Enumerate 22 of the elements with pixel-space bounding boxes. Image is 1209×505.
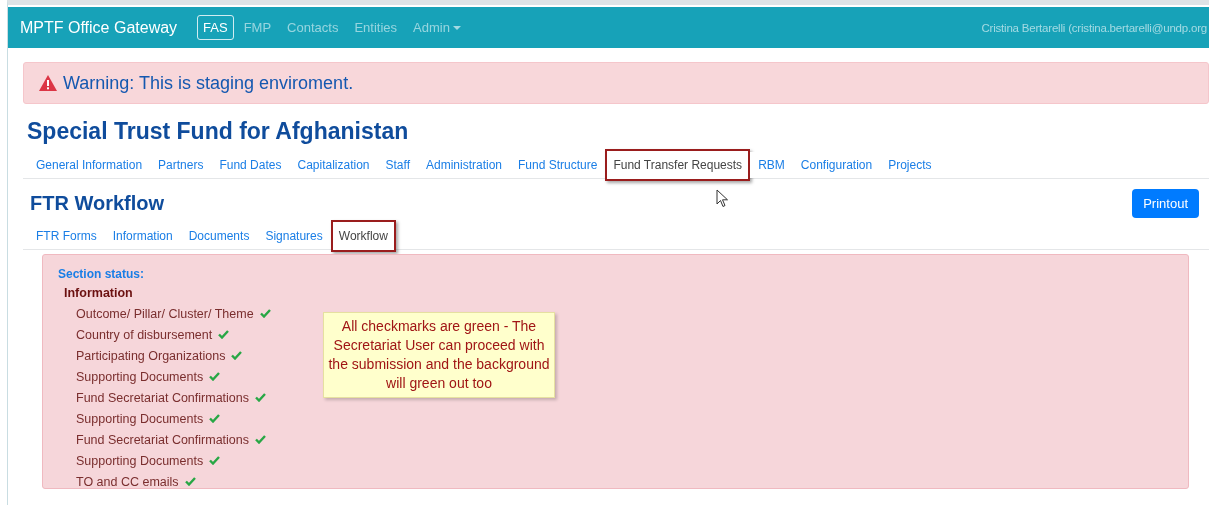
status-item: Participating Organizations — [76, 348, 226, 363]
status-item: Supporting Documents — [76, 453, 204, 468]
printout-button[interactable]: Printout — [1132, 189, 1199, 218]
mouse-cursor-icon — [716, 189, 729, 208]
warning-icon — [39, 75, 57, 91]
nav-link[interactable]: FAS — [197, 15, 234, 40]
section-title: FTR Workflow — [30, 192, 165, 215]
group-heading: Information — [64, 286, 134, 300]
brand-title[interactable]: MPTF Office Gateway — [20, 18, 178, 37]
status-item: TO and CC emails — [76, 474, 179, 489]
status-item: Fund Secretariat Confirmations — [76, 390, 249, 405]
warning-text: Warning: This is staging enviroment. — [63, 72, 354, 94]
annotation-note: All checkmarks are green - The Secretariat User can proceed with the submission and the background will green out too — [323, 312, 555, 398]
status-item: Supporting Documents — [76, 411, 204, 426]
status-item: Fund Secretariat Confirmations — [76, 432, 249, 447]
status-item: Country of disbursement — [76, 327, 213, 342]
page-title: Special Trust Fund for Afghanistan — [27, 118, 410, 145]
sub-tab[interactable]: Workflow — [330, 219, 396, 252]
status-item: Supporting Documents — [76, 369, 204, 384]
status-item: Outcome/ Pillar/ Cluster/ Theme — [76, 306, 254, 321]
nav-tab[interactable]: Fund Transfer Requests — [605, 148, 751, 181]
section-status-heading: Section status: — [58, 267, 145, 281]
